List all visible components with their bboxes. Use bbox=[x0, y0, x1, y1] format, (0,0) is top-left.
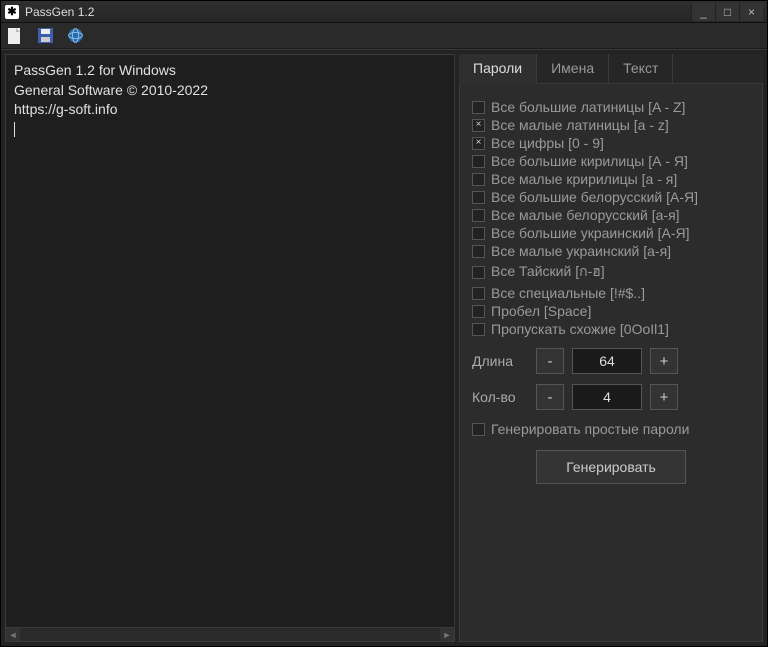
minimize-button[interactable]: _ bbox=[691, 3, 715, 21]
simple-passwords-label: Генерировать простые пароли bbox=[491, 421, 689, 437]
option-lower-latin[interactable]: × Все малые латиницы [a - z] bbox=[472, 116, 750, 134]
simple-passwords-option[interactable]: Генерировать простые пароли bbox=[472, 420, 750, 438]
checkbox-lower-latin[interactable]: × bbox=[472, 119, 485, 132]
toolbar bbox=[1, 23, 767, 49]
option-skip-similar[interactable]: Пропускать схожие [0OoIl1] bbox=[472, 320, 750, 338]
output-textarea[interactable]: PassGen 1.2 for Windows General Software… bbox=[5, 54, 455, 642]
tab-content-passwords: Все большие латиницы [A - Z] × Все малые л… bbox=[459, 84, 763, 642]
tab-bar: ПаролиИменаТекст bbox=[459, 54, 763, 84]
scroll-right-icon[interactable]: ► bbox=[440, 628, 454, 642]
output-line: https://g-soft.info bbox=[14, 100, 446, 120]
option-upper-cyr[interactable]: Все большие кирилицы [А - Я] bbox=[472, 152, 750, 170]
window-title: PassGen 1.2 bbox=[25, 5, 691, 19]
horizontal-scrollbar[interactable]: ◄ ► bbox=[6, 627, 454, 641]
window-controls: _ □ × bbox=[691, 3, 763, 21]
option-space[interactable]: Пробел [Space] bbox=[472, 302, 750, 320]
option-label: Все цифры [0 - 9] bbox=[491, 135, 604, 151]
option-upper-bel[interactable]: Все большие белорусский [А-Я] bbox=[472, 188, 750, 206]
option-label: Все большие белорусский [А-Я] bbox=[491, 189, 698, 205]
checkbox-upper-latin[interactable] bbox=[472, 101, 485, 114]
main-body: PassGen 1.2 for Windows General Software… bbox=[1, 49, 767, 646]
option-label: Все малые украинский [а-я] bbox=[491, 243, 671, 259]
simple-passwords-checkbox[interactable] bbox=[472, 423, 485, 436]
scroll-left-icon[interactable]: ◄ bbox=[6, 628, 20, 642]
titlebar[interactable]: ✱ PassGen 1.2 _ □ × bbox=[1, 1, 767, 23]
checkbox-upper-ukr[interactable] bbox=[472, 227, 485, 240]
option-upper-ukr[interactable]: Все большие украинский [А-Я] bbox=[472, 224, 750, 242]
checkbox-thai[interactable] bbox=[472, 266, 485, 279]
option-lower-cyr[interactable]: Все малые кририлицы [а - я] bbox=[472, 170, 750, 188]
charset-options: Все большие латиницы [A - Z] × Все малые л… bbox=[472, 98, 750, 338]
count-stepper: Кол-во - 4 + bbox=[472, 384, 750, 410]
tab-passwords[interactable]: Пароли bbox=[459, 54, 537, 84]
settings-pane: ПаролиИменаТекст Все большие латиницы [A… bbox=[459, 54, 763, 642]
option-label: Все Тайский [ก-ฮ] bbox=[491, 261, 605, 283]
checkbox-digits[interactable]: × bbox=[472, 137, 485, 150]
count-plus-button[interactable]: + bbox=[650, 384, 678, 410]
checkbox-lower-ukr[interactable] bbox=[472, 245, 485, 258]
length-label: Длина bbox=[472, 353, 528, 369]
option-label: Пробел [Space] bbox=[491, 303, 591, 319]
option-label: Все специальные [!#$..] bbox=[491, 285, 645, 301]
checkbox-skip-similar[interactable] bbox=[472, 323, 485, 336]
option-lower-ukr[interactable]: Все малые украинский [а-я] bbox=[472, 242, 750, 260]
output-line: PassGen 1.2 for Windows bbox=[14, 61, 446, 81]
checkbox-special[interactable] bbox=[472, 287, 485, 300]
option-label: Все большие кирилицы [А - Я] bbox=[491, 153, 688, 169]
text-cursor bbox=[14, 122, 15, 137]
length-plus-button[interactable]: + bbox=[650, 348, 678, 374]
save-icon[interactable] bbox=[37, 28, 53, 44]
app-window: ✱ PassGen 1.2 _ □ × PassGen 1.2 for Wind… bbox=[0, 0, 768, 647]
web-icon[interactable] bbox=[67, 28, 83, 44]
close-button[interactable]: × bbox=[739, 3, 763, 21]
length-minus-button[interactable]: - bbox=[536, 348, 564, 374]
option-label: Все малые латиницы [a - z] bbox=[491, 117, 669, 133]
option-special[interactable]: Все специальные [!#$..] bbox=[472, 284, 750, 302]
new-file-icon[interactable] bbox=[7, 28, 23, 44]
tab-text[interactable]: Текст bbox=[609, 54, 673, 83]
generate-button[interactable]: Генерировать bbox=[536, 450, 686, 484]
option-label: Пропускать схожие [0OoIl1] bbox=[491, 321, 669, 337]
option-label: Все малые белорусский [а-я] bbox=[491, 207, 680, 223]
option-digits[interactable]: × Все цифры [0 - 9] bbox=[472, 134, 750, 152]
checkbox-lower-bel[interactable] bbox=[472, 209, 485, 222]
checkbox-upper-bel[interactable] bbox=[472, 191, 485, 204]
checkbox-upper-cyr[interactable] bbox=[472, 155, 485, 168]
checkbox-space[interactable] bbox=[472, 305, 485, 318]
checkbox-lower-cyr[interactable] bbox=[472, 173, 485, 186]
tab-names[interactable]: Имена bbox=[537, 54, 609, 83]
option-lower-bel[interactable]: Все малые белорусский [а-я] bbox=[472, 206, 750, 224]
maximize-button[interactable]: □ bbox=[715, 3, 739, 21]
app-icon: ✱ bbox=[5, 5, 19, 19]
output-line: General Software © 2010-2022 bbox=[14, 81, 446, 101]
count-minus-button[interactable]: - bbox=[536, 384, 564, 410]
count-label: Кол-во bbox=[472, 389, 528, 405]
option-upper-latin[interactable]: Все большие латиницы [A - Z] bbox=[472, 98, 750, 116]
length-stepper: Длина - 64 + bbox=[472, 348, 750, 374]
count-value[interactable]: 4 bbox=[572, 384, 642, 410]
option-label: Все большие украинский [А-Я] bbox=[491, 225, 690, 241]
option-label: Все малые кририлицы [а - я] bbox=[491, 171, 677, 187]
option-label: Все большие латиницы [A - Z] bbox=[491, 99, 685, 115]
length-value[interactable]: 64 bbox=[572, 348, 642, 374]
option-thai[interactable]: Все Тайский [ก-ฮ] bbox=[472, 260, 750, 284]
